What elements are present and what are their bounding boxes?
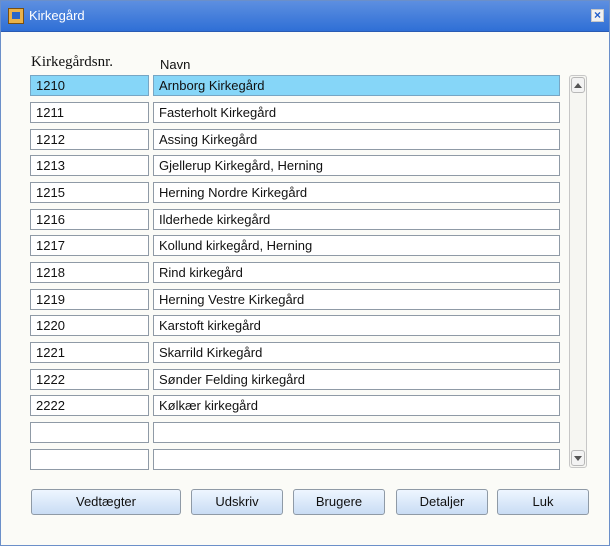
table-row[interactable]: 1216 Ilderhede kirkegård (30, 209, 562, 231)
table-row[interactable]: 1221 Skarrild Kirkegård (30, 342, 562, 364)
navn-field[interactable]: Ilderhede kirkegård (153, 209, 560, 230)
nr-field[interactable]: 1213 (30, 155, 149, 176)
navn-field[interactable]: Arnborg Kirkegård (153, 75, 560, 96)
table-row[interactable]: 2222 Kølkær kirkegård (30, 395, 562, 417)
navn-field[interactable]: Kølkær kirkegård (153, 395, 560, 416)
nr-field[interactable]: 1217 (30, 235, 149, 256)
navn-field[interactable]: Fasterholt Kirkegård (153, 102, 560, 123)
nr-field[interactable]: 1211 (30, 102, 149, 123)
nr-field[interactable]: 1216 (30, 209, 149, 230)
navn-field[interactable]: Herning Vestre Kirkegård (153, 289, 560, 310)
navn-field[interactable]: Skarrild Kirkegård (153, 342, 560, 363)
brugere-button[interactable]: Brugere (293, 489, 385, 515)
table-row[interactable] (30, 449, 562, 471)
nr-field[interactable] (30, 422, 149, 443)
table-row[interactable]: 1213 Gjellerup Kirkegård, Herning (30, 155, 562, 177)
navn-field[interactable]: Assing Kirkegård (153, 129, 560, 150)
kirkegaard-window: Kirkegård × Kirkegårdsnr. Navn 1210 Arnb… (0, 0, 610, 546)
table-row[interactable]: 1222 Sønder Felding kirkegård (30, 369, 562, 391)
title-bar: Kirkegård × (1, 1, 609, 32)
table-row[interactable]: 1210 Arnborg Kirkegård (30, 75, 562, 97)
table-row[interactable] (30, 422, 562, 444)
table-row[interactable]: 1211 Fasterholt Kirkegård (30, 102, 562, 124)
navn-field[interactable]: Karstoft kirkegård (153, 315, 560, 336)
arrow-up-icon (574, 83, 582, 88)
udskriv-button[interactable]: Udskriv (191, 489, 283, 515)
navn-field[interactable] (153, 422, 560, 443)
table-row[interactable]: 1212 Assing Kirkegård (30, 129, 562, 151)
nr-field[interactable]: 1218 (30, 262, 149, 283)
nr-field[interactable]: 1210 (30, 75, 149, 96)
luk-button[interactable]: Luk (497, 489, 589, 515)
navn-field[interactable] (153, 449, 560, 470)
nr-field[interactable] (30, 449, 149, 470)
nr-field[interactable]: 1215 (30, 182, 149, 203)
column-header-navn: Navn (160, 57, 191, 72)
table-row[interactable]: 1220 Karstoft kirkegård (30, 315, 562, 337)
nr-field[interactable]: 2222 (30, 395, 149, 416)
nr-field[interactable]: 1222 (30, 369, 149, 390)
nr-field[interactable]: 1212 (30, 129, 149, 150)
vertical-scrollbar[interactable] (569, 75, 587, 468)
arrow-down-icon (574, 456, 582, 461)
navn-field[interactable]: Herning Nordre Kirkegård (153, 182, 560, 203)
nr-field[interactable]: 1220 (30, 315, 149, 336)
table-row[interactable]: 1215 Herning Nordre Kirkegård (30, 182, 562, 204)
navn-field[interactable]: Kollund kirkegård, Herning (153, 235, 560, 256)
column-header-nr: Kirkegårdsnr. (31, 54, 114, 70)
table-row[interactable]: 1219 Herning Vestre Kirkegård (30, 289, 562, 311)
window-title: Kirkegård (29, 8, 85, 23)
navn-field[interactable]: Gjellerup Kirkegård, Herning (153, 155, 560, 176)
nr-field[interactable]: 1221 (30, 342, 149, 363)
close-icon[interactable]: × (591, 9, 604, 22)
detaljer-button[interactable]: Detaljer (396, 489, 488, 515)
scroll-down-button[interactable] (571, 450, 585, 466)
navn-field[interactable]: Rind kirkegård (153, 262, 560, 283)
navn-field[interactable]: Sønder Felding kirkegård (153, 369, 560, 390)
table-row[interactable]: 1218 Rind kirkegård (30, 262, 562, 284)
table-row[interactable]: 1217 Kollund kirkegård, Herning (30, 235, 562, 257)
vedtaegter-button[interactable]: Vedtægter (31, 489, 181, 515)
app-icon (8, 8, 24, 24)
nr-field[interactable]: 1219 (30, 289, 149, 310)
scroll-up-button[interactable] (571, 77, 585, 93)
